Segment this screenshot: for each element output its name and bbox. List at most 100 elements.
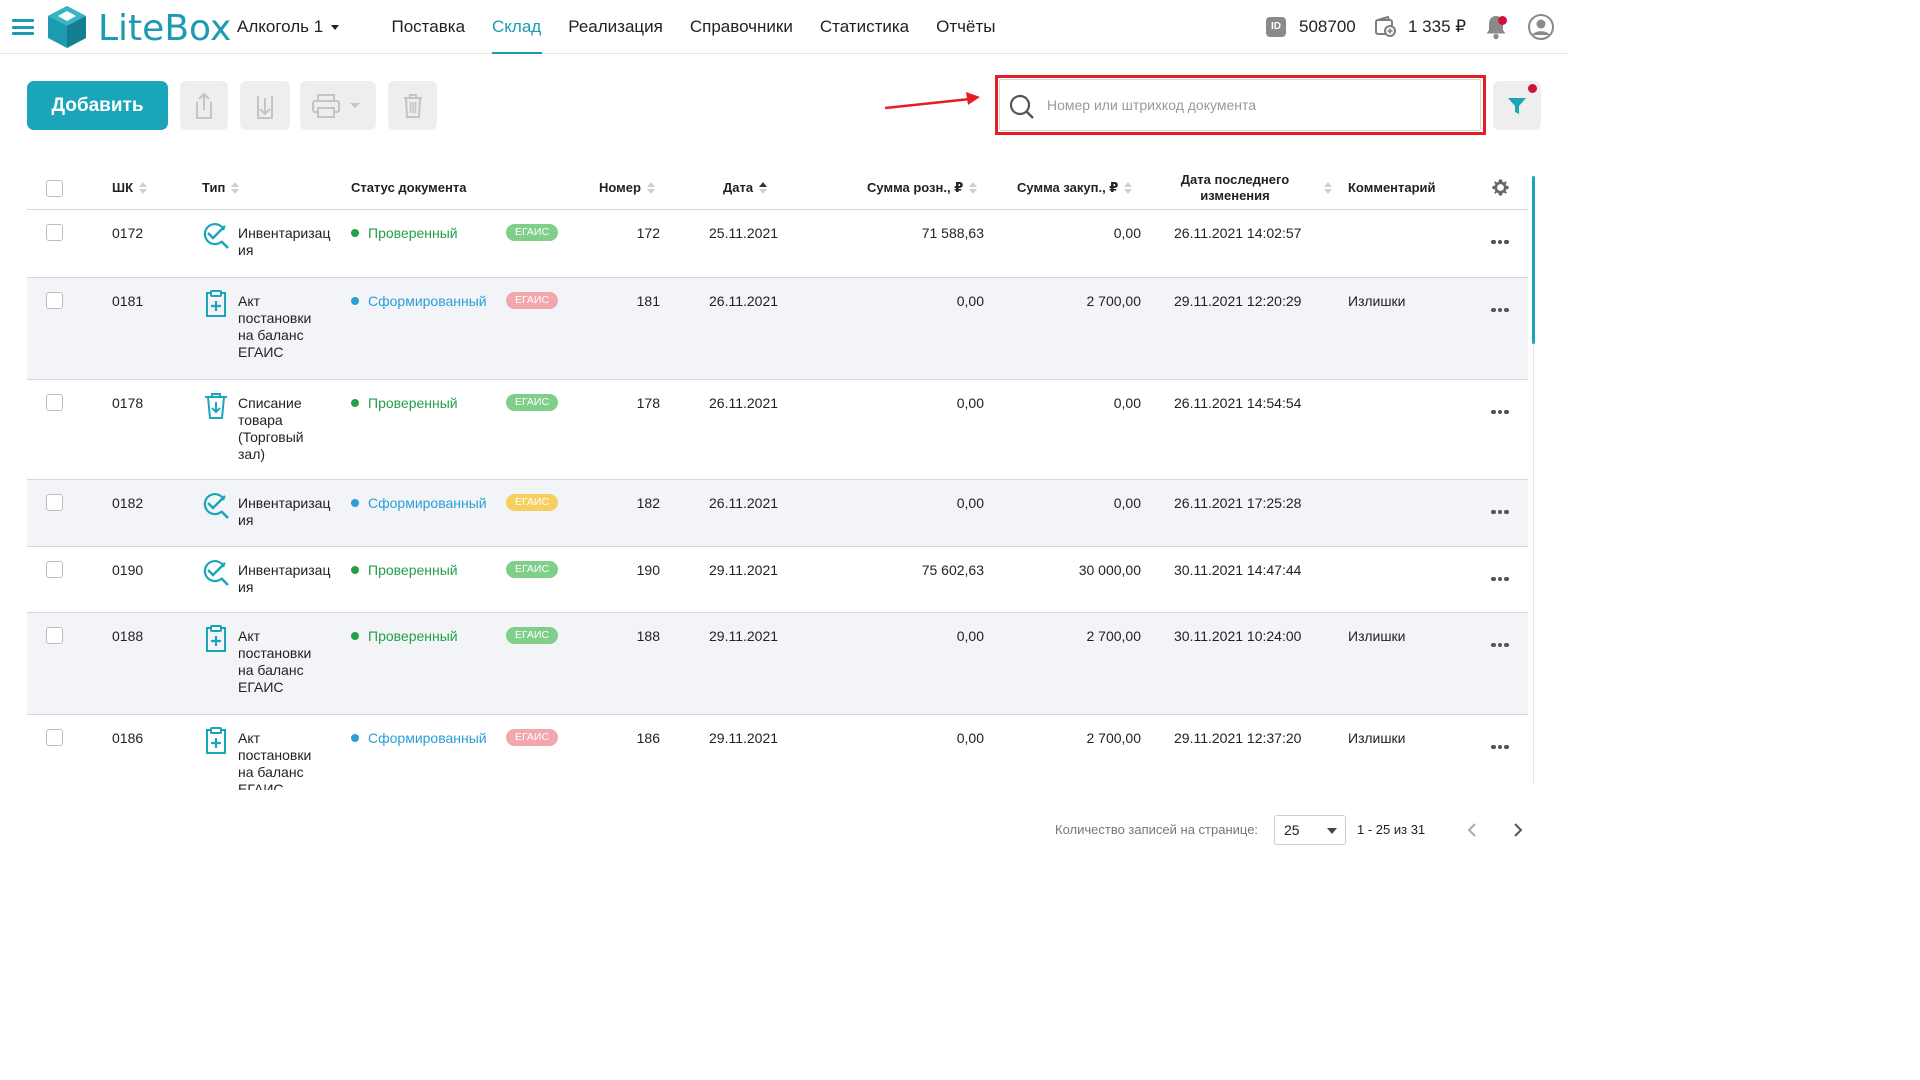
table-row[interactable]: 0186 Акт постановки на баланс ЕГАИС Сформиров… (27, 715, 1528, 790)
import-icon (257, 95, 273, 119)
egais-badge: ЕГАИС (506, 494, 558, 511)
row-checkbox[interactable] (46, 561, 63, 578)
nav-spravochniki[interactable]: Справочники (676, 0, 806, 54)
scrollbar-thumb[interactable] (1532, 176, 1535, 344)
table-row[interactable]: 0178 Списание товара (Торговый зал) Проверенн… (27, 380, 1528, 480)
cell-status: Сформированный (351, 730, 511, 747)
col-modified-sort[interactable] (1324, 165, 1333, 210)
col-number-header[interactable]: Номер (599, 165, 656, 210)
cell-date: 26.11.2021 (709, 395, 779, 411)
status-dot (351, 229, 359, 237)
store-selector[interactable]: Алкоголь 1 (237, 17, 340, 37)
cell-number: 178 (636, 395, 660, 411)
cell-comment: Излишки (1348, 293, 1406, 309)
col-retail-header[interactable]: Сумма розн., ₽ (867, 165, 978, 210)
col-modified-header[interactable]: Дата последнего изменения (1175, 165, 1295, 210)
chevron-down-icon (350, 103, 360, 108)
search-box (999, 79, 1481, 131)
cell-type: Инвентаризац ия (238, 562, 331, 595)
prev-page-icon[interactable] (1466, 822, 1478, 838)
print-button[interactable] (300, 81, 376, 130)
cell-status: Проверенный (351, 628, 511, 645)
clipboard-plus-icon (202, 727, 230, 758)
litebox-logo[interactable]: LiteBox (44, 4, 231, 50)
cell-modified: 30.11.2021 14:47:44 (1174, 562, 1302, 578)
row-menu-icon[interactable] (1491, 501, 1511, 514)
cell-modified: 26.11.2021 14:02:57 (1174, 225, 1302, 241)
cell-sh: 0190 (112, 562, 144, 578)
col-date-header[interactable]: Дата (723, 165, 768, 210)
cell-number: 190 (636, 562, 660, 578)
row-checkbox[interactable] (46, 224, 63, 241)
col-comment-header: Комментарий (1348, 180, 1436, 195)
cell-type: Списание товара (Торговый зал) (238, 395, 304, 462)
row-checkbox[interactable] (46, 394, 63, 411)
per-page-select[interactable]: 25 (1274, 815, 1346, 845)
import-button[interactable] (240, 81, 290, 130)
egais-badge: ЕГАИС (506, 394, 558, 411)
col-type-header[interactable]: Тип (202, 165, 240, 210)
row-checkbox[interactable] (46, 292, 63, 309)
table-row[interactable]: 0182 Инвентаризац ия Сформированный ЕГАИС 182… (27, 480, 1528, 547)
col-status-header: Статус документа (351, 180, 467, 195)
sort-icon (1124, 181, 1133, 195)
table-row[interactable]: 0190 Инвентаризац ия Проверенный ЕГАИС 190 29.… (27, 547, 1528, 613)
inventory-check-icon (202, 492, 230, 523)
cell-sh: 0181 (112, 293, 144, 309)
cell-type: Акт постановки на баланс ЕГАИС (238, 628, 312, 695)
sort-icon (1324, 181, 1333, 195)
row-checkbox[interactable] (46, 729, 63, 746)
row-menu-icon[interactable] (1491, 401, 1511, 414)
row-menu-icon[interactable] (1491, 634, 1511, 647)
wallet-icon[interactable] (1375, 16, 1397, 38)
cell-date: 29.11.2021 (709, 730, 779, 746)
export-button[interactable] (180, 81, 228, 130)
table-row[interactable]: 0172 Инвентаризац ия Проверенный ЕГАИС 172 25.… (27, 210, 1528, 278)
nav-sklad[interactable]: Склад (479, 0, 555, 54)
row-checkbox[interactable] (46, 627, 63, 644)
cell-modified: 29.11.2021 12:37:20 (1174, 730, 1302, 746)
cell-purchase-sum: 2 700,00 (1086, 730, 1142, 746)
row-menu-icon[interactable] (1491, 299, 1511, 312)
cell-purchase-sum: 30 000,00 (1078, 562, 1141, 578)
clipboard-plus-icon (202, 625, 230, 656)
user-avatar-icon[interactable] (1528, 14, 1554, 40)
select-all-checkbox[interactable] (46, 180, 63, 197)
nav-realizatsiya[interactable]: Реализация (555, 0, 677, 54)
cell-modified: 29.11.2021 12:20:29 (1174, 293, 1302, 309)
table-row[interactable]: 0188 Акт постановки на баланс ЕГАИС Проверенн… (27, 613, 1528, 715)
cell-comment: Излишки (1348, 628, 1406, 644)
col-purchase-header[interactable]: Сумма закуп., ₽ (1017, 165, 1133, 210)
egais-badge: ЕГАИС (506, 729, 558, 746)
next-page-icon[interactable] (1512, 822, 1524, 838)
cell-sh: 0178 (112, 395, 144, 411)
cell-date: 26.11.2021 (709, 495, 779, 511)
cell-date: 29.11.2021 (709, 628, 779, 644)
menu-burger-icon[interactable] (12, 19, 34, 35)
inventory-check-icon (202, 559, 230, 590)
scrollbar-track[interactable] (1533, 344, 1534, 784)
cell-modified: 26.11.2021 17:25:28 (1174, 495, 1302, 511)
row-menu-icon[interactable] (1491, 231, 1511, 244)
row-checkbox[interactable] (46, 494, 63, 511)
delete-button[interactable] (388, 81, 437, 130)
cell-status: Сформированный (351, 495, 511, 512)
table-row[interactable]: 0181 Акт постановки на баланс ЕГАИС Сформиров… (27, 278, 1528, 380)
nav-otchety[interactable]: Отчёты (923, 0, 1009, 54)
row-menu-icon[interactable] (1491, 736, 1511, 749)
nav-postavka[interactable]: Поставка (378, 0, 479, 54)
cell-number: 182 (636, 495, 660, 511)
table-settings-button[interactable] (1491, 165, 1510, 210)
notification-dot (1498, 16, 1507, 25)
cell-retail-sum: 0,00 (956, 495, 984, 511)
row-menu-icon[interactable] (1491, 568, 1511, 581)
egais-badge: ЕГАИС (506, 224, 558, 241)
gear-icon (1492, 179, 1509, 196)
col-sh-header[interactable]: ШК (112, 165, 148, 210)
cell-purchase-sum: 0,00 (1113, 225, 1141, 241)
cell-number: 188 (636, 628, 660, 644)
add-button[interactable]: Добавить (27, 81, 168, 130)
search-input[interactable] (1047, 80, 1467, 130)
sort-icon (969, 181, 978, 195)
nav-statistika[interactable]: Статистика (806, 0, 922, 54)
